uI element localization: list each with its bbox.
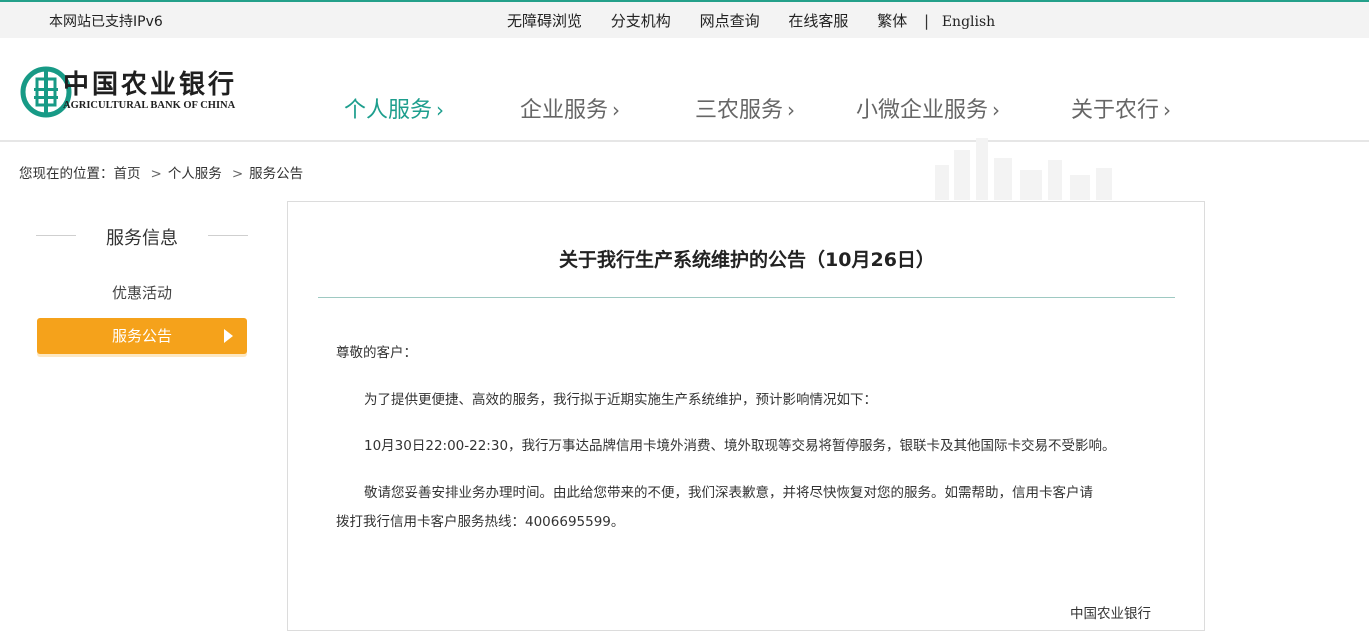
article-paragraph-3-cont: 拨打我行信用卡客户服务热线：4006695599。	[336, 514, 625, 530]
breadcrumb-separator: >	[150, 166, 162, 182]
breadcrumb-separator: >	[231, 166, 244, 182]
traditional-chinese-link[interactable]: 繁体	[877, 10, 907, 31]
article-paragraph-1: 为了提供更便捷、高效的服务，我行拟于近期实施生产系统维护，预计影响情况如下：	[364, 392, 877, 408]
chevron-right-icon: ›	[992, 98, 1001, 122]
link-separator: |	[923, 12, 930, 30]
sidebar-header: 服务信息	[36, 224, 248, 250]
top-utility-bar: 本网站已支持IPv6 无障碍浏览 分支机构 网点查询 在线客服 繁体 | Eng…	[0, 0, 1369, 38]
triangle-right-icon	[224, 329, 233, 343]
branches-link[interactable]: 分支机构	[611, 10, 671, 31]
breadcrumb-personal-services[interactable]: 个人服务	[168, 166, 222, 182]
article-title: 关于我行生产系统维护的公告（10月26日）	[559, 249, 935, 271]
breadcrumb: 您现在的位置：首页 > 个人服务 > 服务公告	[19, 162, 307, 182]
breadcrumb-prefix: 您现在的位置：	[19, 166, 114, 182]
nav-small-business-services[interactable]: 小微企业服务 ›	[856, 92, 1000, 128]
ipv6-notice: 本网站已支持IPv6	[49, 14, 163, 30]
logo-chinese-name: 中国农业银行	[63, 70, 238, 100]
nav-label: 关于农行	[1071, 98, 1160, 123]
breadcrumb-current: 服务公告	[249, 166, 304, 182]
chevron-right-icon: ›	[1163, 98, 1172, 122]
chevron-right-icon: ›	[787, 98, 796, 122]
title-divider	[318, 297, 1175, 298]
sidebar-title: 服务信息	[106, 228, 178, 249]
nav-about-abc[interactable]: 关于农行 ›	[1071, 92, 1171, 128]
sidebar-item-promotions[interactable]: 优惠活动	[37, 275, 247, 311]
nav-label: 企业服务	[520, 98, 609, 123]
article-paragraph-3: 敬请您妥善安排业务办理时间。由此给您带来的不便，我们深表歉意，并将尽快恢复对您的…	[364, 485, 1093, 501]
nav-corporate-services[interactable]: 企业服务 ›	[520, 92, 620, 128]
english-link[interactable]: English	[942, 14, 995, 30]
breadcrumb-home[interactable]: 首页	[114, 166, 141, 182]
nav-label: 三农服务	[695, 98, 784, 123]
article-salutation: 尊敬的客户：	[336, 345, 417, 361]
online-service-link[interactable]: 在线客服	[788, 10, 848, 31]
article-panel: 关于我行生产系统维护的公告（10月26日） 尊敬的客户： 为了提供更便捷、高效的…	[287, 201, 1205, 631]
chevron-right-icon: ›	[436, 98, 445, 122]
site-header: 中国农业银行 AGRICULTURAL BANK OF CHINA 个人服务 › …	[0, 38, 1369, 142]
chevron-right-icon: ›	[612, 98, 621, 122]
outlet-search-link[interactable]: 网点查询	[700, 10, 760, 31]
top-links: 无障碍浏览 分支机构 网点查询 在线客服 繁体 | English	[507, 10, 995, 31]
accessibility-link[interactable]: 无障碍浏览	[507, 10, 582, 31]
divider	[208, 235, 248, 236]
sidebar-item-label: 优惠活动	[111, 284, 172, 302]
article-signature: 中国农业银行	[1070, 606, 1151, 622]
article-paragraph-2: 10月30日22:00-22:30，我行万事达品牌信用卡境外消费、境外取现等交易…	[364, 438, 1116, 454]
nav-label: 小微企业服务	[856, 98, 989, 123]
sidebar-item-label: 服务公告	[111, 327, 172, 345]
nav-personal-services[interactable]: 个人服务 ›	[344, 92, 444, 128]
nav-rural-services[interactable]: 三农服务 ›	[695, 92, 795, 128]
nav-label: 个人服务	[344, 98, 433, 123]
decorative-skyline	[935, 138, 1112, 200]
logo-english-name: AGRICULTURAL BANK OF CHINA	[63, 100, 236, 111]
sidebar-item-service-notices[interactable]: 服务公告	[37, 318, 247, 354]
